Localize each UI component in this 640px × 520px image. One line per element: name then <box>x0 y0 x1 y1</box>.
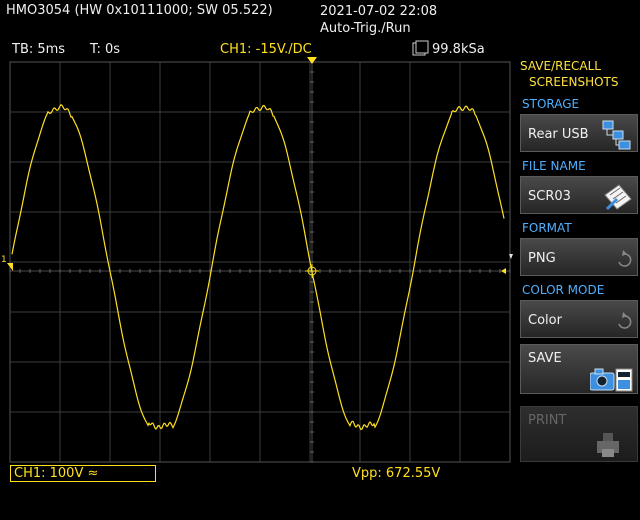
print-label: PRINT <box>528 413 567 428</box>
storage-button[interactable]: Rear USB <box>520 114 638 152</box>
timebase: TB: 5ms <box>12 42 66 57</box>
menu-title: SAVE/RECALL SCREENSHOTS <box>520 58 640 90</box>
menu-title-line1: SAVE/RECALL <box>520 59 601 73</box>
menu-title-line2: SCREENSHOTS <box>529 75 619 89</box>
vpp-measurement: Vpp: 672.55V <box>352 466 441 481</box>
folder-tree-icon <box>602 120 631 150</box>
device-info: HMO3054 (HW 0x10111000; SW 05.522) <box>6 3 273 18</box>
colormode-button[interactable]: Color <box>520 300 638 338</box>
trigger-mode: Auto-Trig./Run <box>320 21 411 36</box>
sample-rate: 99.8kSa <box>432 42 485 57</box>
format-value: PNG <box>528 251 556 266</box>
storage-label: STORAGE <box>522 97 580 111</box>
camera-save-icon <box>590 368 633 392</box>
cycle-arrow-icon <box>618 312 632 329</box>
date-time: 2021-07-02 22:08 <box>320 4 438 19</box>
status-block: 2021-07-02 22:08 Auto-Trig./Run <box>320 3 437 37</box>
filename-value: SCR03 <box>528 189 571 204</box>
filename-label: FILE NAME <box>522 159 586 173</box>
print-button[interactable]: PRINT <box>520 406 638 462</box>
cycle-arrow-icon <box>618 250 632 267</box>
save-label: SAVE <box>528 351 562 366</box>
colormode-label: COLOR MODE <box>522 283 605 297</box>
ch1-setting: CH1: -15V./DC <box>220 42 312 57</box>
storage-value: Rear USB <box>528 127 589 142</box>
format-label: FORMAT <box>522 221 572 235</box>
colormode-value: Color <box>528 313 562 328</box>
format-button[interactable]: PNG <box>520 238 638 276</box>
edit-notepad-icon <box>604 184 632 211</box>
save-button[interactable]: SAVE <box>520 344 638 394</box>
ch1-scale-box[interactable]: CH1: 100V ≈ <box>10 465 156 482</box>
acquisition-icon <box>412 40 429 56</box>
svg-text:1: 1 <box>1 255 7 265</box>
filename-button[interactable]: SCR03 <box>520 176 638 214</box>
trigger-time: T: 0s <box>90 42 121 57</box>
printer-icon <box>597 433 619 457</box>
